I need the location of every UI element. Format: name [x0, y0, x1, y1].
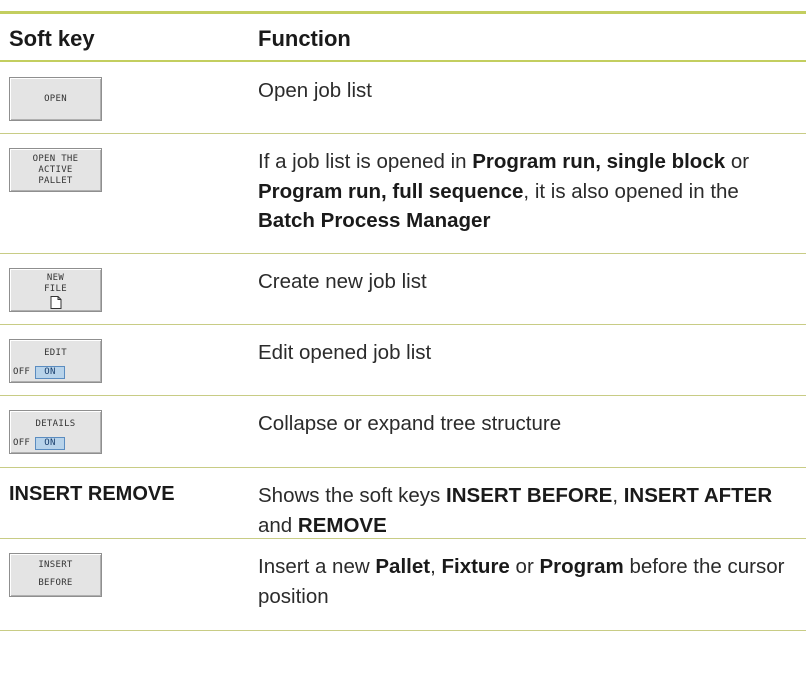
- description-text: ,: [430, 555, 442, 578]
- table-row: DETAILS OFF ON Collapse or expand tree stru…: [0, 395, 806, 468]
- description-text: Collapse or expand tree structure: [258, 412, 562, 435]
- description-text: Open job list: [258, 79, 372, 102]
- function-description: Edit opened job list: [258, 338, 798, 368]
- function-description: Collapse or expand tree structure: [258, 409, 798, 439]
- softkey-button[interactable]: OPEN: [9, 77, 102, 121]
- toggle-on-label: ON: [35, 366, 65, 379]
- softkey-text: NEW: [46, 273, 65, 283]
- new-file-icon: [50, 296, 62, 309]
- function-description: If a job list is opened in Program run, …: [258, 147, 798, 236]
- table-row: NEW FILE Create new job list: [0, 253, 806, 325]
- softkey-button[interactable]: EDIT OFF ON: [9, 339, 102, 383]
- softkey-text: FILE: [44, 284, 67, 294]
- toggle-on-label: ON: [35, 437, 65, 450]
- softkey-text: EDIT: [44, 348, 67, 358]
- description-text: , it is also opened in the: [523, 179, 739, 203]
- function-description: Shows the soft keys INSERT BEFORE, INSER…: [258, 481, 798, 540]
- emphasized-term: Pallet: [375, 555, 431, 578]
- function-description: Create new job list: [258, 267, 798, 297]
- description-text: or: [509, 555, 540, 578]
- emphasized-term: Batch Process Manager: [258, 209, 491, 232]
- softkey-text: OPEN THE: [32, 154, 79, 164]
- emphasized-term: INSERT AFTER: [623, 484, 773, 507]
- description-text: Create new job list: [258, 270, 427, 293]
- emphasized-term: Program run, full sequence: [258, 179, 524, 203]
- function-description: Open job list: [258, 76, 798, 106]
- emphasized-term: REMOVE: [297, 513, 387, 537]
- table-row: OPEN THE ACTIVE PALLET If a job list is ope…: [0, 133, 806, 254]
- softkey-button[interactable]: INSERT BEFORE: [9, 553, 102, 597]
- function-description: Insert a new Pallet, Fixture or Program …: [258, 552, 798, 611]
- table-row: INSERT REMOVE Shows the soft keys INSERT …: [0, 467, 806, 539]
- emphasized-term: Fixture: [441, 555, 510, 578]
- table-row: OPEN Open job list: [0, 62, 806, 134]
- softkey-text: ACTIVE: [38, 165, 73, 175]
- softkey-text: PALLET: [38, 176, 73, 186]
- description-text: Insert a new: [258, 555, 376, 578]
- on-off-toggle: OFF ON: [13, 437, 98, 450]
- description-text: and: [258, 513, 298, 537]
- description-text: Edit opened job list: [258, 341, 432, 364]
- toggle-off-label: OFF: [13, 367, 31, 377]
- softkey-button[interactable]: DETAILS OFF ON: [9, 410, 102, 454]
- softkey-button[interactable]: NEW FILE: [9, 268, 102, 312]
- emphasized-term: Program: [539, 555, 624, 578]
- table-row: INSERT BEFORE Insert a new Pallet, Fixture…: [0, 538, 806, 631]
- header-function: Function: [258, 26, 351, 51]
- softkey-text: INSERT: [38, 560, 73, 570]
- softkey-label-text: INSERT REMOVE: [9, 483, 175, 505]
- table-header: Soft key Function: [0, 14, 806, 60]
- table-row: EDIT OFF ON Edit opened job list: [0, 324, 806, 396]
- description-text: If a job list is opened in: [258, 150, 473, 173]
- description-text: ,: [612, 484, 624, 507]
- softkey-text: BEFORE: [38, 578, 73, 588]
- header-softkey: Soft key: [9, 26, 95, 51]
- description-text: Shows the soft keys: [258, 484, 447, 507]
- toggle-off-label: OFF: [13, 438, 31, 448]
- emphasized-term: Program run, single block: [472, 150, 726, 173]
- softkey-button[interactable]: OPEN THE ACTIVE PALLET: [9, 148, 102, 192]
- softkey-text: OPEN: [44, 94, 67, 104]
- description-text: or: [725, 150, 750, 173]
- emphasized-term: INSERT BEFORE: [446, 484, 613, 507]
- softkey-text: DETAILS: [35, 419, 76, 429]
- on-off-toggle: OFF ON: [13, 366, 98, 379]
